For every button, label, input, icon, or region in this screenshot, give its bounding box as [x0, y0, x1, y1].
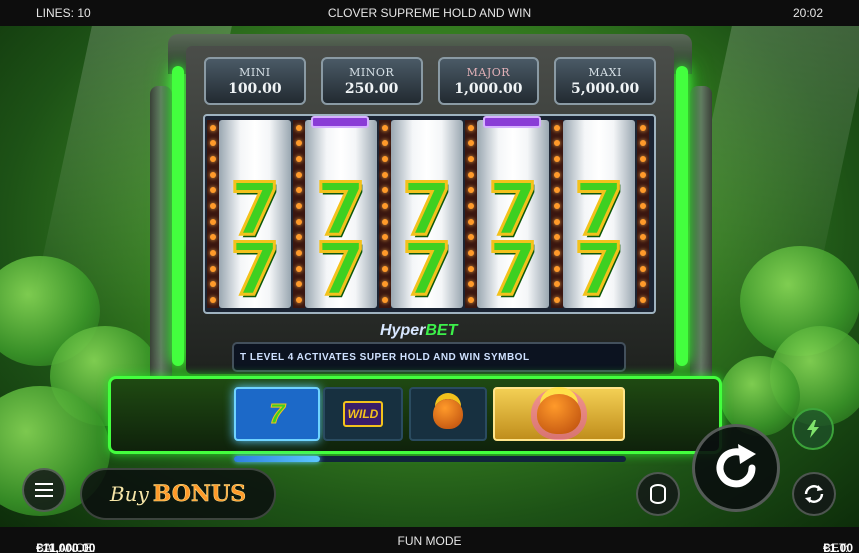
top-bar: LINES: 10 CLOVER SUPREME HOLD AND WIN 20…	[0, 0, 859, 26]
hyperbet-option-1[interactable]: 7	[234, 387, 320, 441]
neon-strip-left	[172, 66, 184, 366]
hold-marker	[311, 116, 369, 128]
reel-2: 7 7	[305, 116, 377, 311]
reel-window: 7 7 7 7 7 7 7 7 7 7	[203, 114, 656, 314]
jackpot-name: MAXI	[588, 65, 622, 79]
jackpot-maxi: MAXI 5,000.00	[554, 57, 656, 105]
coin-stack-icon	[650, 484, 666, 504]
seven-icon: 7	[269, 398, 286, 430]
jackpot-name: MAJOR	[466, 65, 511, 79]
reel-light-strip	[379, 120, 391, 308]
autoplay-icon	[804, 485, 824, 503]
jackpot-major: MAJOR 1,000.00	[437, 57, 540, 105]
wild-icon: WILD	[342, 401, 384, 427]
hyperbet-logo-part2: BET	[425, 322, 458, 339]
jackpot-mini: MINI 100.00	[204, 57, 306, 105]
reel-light-strip	[551, 120, 563, 308]
reel-5: 7 7	[563, 120, 635, 308]
hold-marker	[483, 116, 541, 128]
jackpot-name: MINI	[239, 65, 271, 79]
clock: 20:02	[792, 6, 823, 20]
cabinet-side-left	[150, 86, 172, 386]
hamburger-icon	[35, 489, 53, 491]
hyperbet-option-2[interactable]: WILD	[323, 387, 403, 441]
jackpot-value: 5,000.00	[571, 80, 640, 97]
hyperbet-option-3[interactable]	[409, 387, 487, 441]
autoplay-button[interactable]	[792, 472, 836, 516]
seven-symbol: 7	[400, 227, 453, 311]
reel-light-strip	[207, 120, 219, 308]
big-pot-of-gold-icon	[537, 394, 581, 434]
hyperbet-logo: HyperBET	[380, 322, 457, 340]
jackpot-value: 100.00	[228, 80, 282, 97]
pot-of-gold-icon	[433, 399, 463, 429]
seven-symbol: 7	[572, 227, 625, 311]
hyperbet-logo-part1: Hyper	[380, 322, 426, 339]
mode-label: FUN MODE	[397, 534, 462, 548]
game-title: CLOVER SUPREME HOLD AND WIN	[327, 6, 532, 20]
jackpot-value: 1,000.00	[454, 80, 523, 97]
spin-button[interactable]	[692, 424, 780, 512]
seven-symbol: 7	[228, 227, 281, 311]
reel-1: 7 7	[219, 120, 291, 308]
spin-arrow-icon	[716, 444, 756, 488]
jackpot-panel: MINI 100.00 MINOR 250.00 MAJOR 1,000.00 …	[204, 57, 656, 107]
reel-light-strip	[293, 120, 305, 308]
reel-3: 7 7	[391, 120, 463, 308]
turbo-button[interactable]	[792, 408, 834, 450]
bet-value: €1.00	[823, 541, 854, 553]
cabinet-side-right	[690, 86, 712, 386]
hyperbet-progress-fill	[234, 456, 321, 462]
reel-4: 7 7	[477, 116, 549, 311]
hyperbet-progress-bar	[234, 456, 626, 462]
reel-light-strip	[465, 120, 477, 308]
bottom-bar: BALANCE: €11,000.00 FUN MODE BET: €1.00	[0, 527, 859, 553]
hyperbet-option-4[interactable]	[493, 387, 625, 441]
buy-bonus-word1: Buy	[109, 482, 149, 506]
buy-bonus-word2: BONUS	[152, 481, 247, 508]
reel-light-strip	[637, 120, 649, 308]
jackpot-name: MINOR	[349, 65, 395, 79]
game-stage: MINI 100.00 MINOR 250.00 MAJOR 1,000.00 …	[0, 26, 859, 527]
seven-symbol: 7	[486, 227, 539, 311]
stake-button[interactable]	[636, 472, 680, 516]
seven-symbol: 7	[314, 227, 367, 311]
message-ticker: T LEVEL 4 ACTIVATES SUPER HOLD AND WIN S…	[232, 342, 626, 372]
menu-button[interactable]	[22, 468, 66, 512]
jackpot-value: 250.00	[344, 80, 399, 97]
lightning-icon	[807, 420, 819, 438]
jackpot-minor: MINOR 250.00	[320, 57, 423, 105]
buy-bonus-button[interactable]: Buy BONUS	[80, 468, 276, 520]
neon-strip-right	[676, 66, 688, 366]
